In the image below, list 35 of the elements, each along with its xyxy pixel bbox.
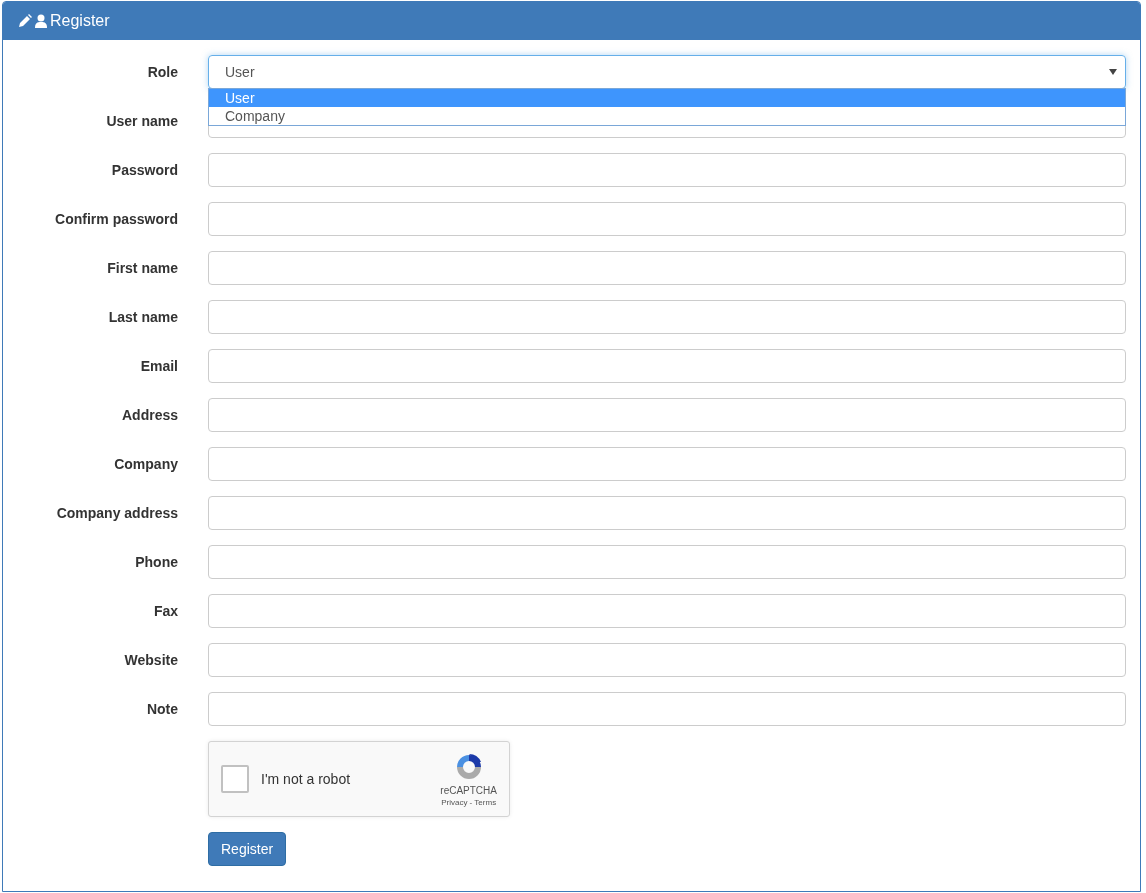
input-field[interactable]	[208, 496, 1126, 530]
input-field[interactable]	[208, 202, 1126, 236]
input-field[interactable]	[208, 594, 1126, 628]
field-label: Address	[120, 407, 178, 423]
field-label: Password	[110, 162, 178, 178]
input-field[interactable]	[208, 545, 1126, 579]
field-label: Fax	[152, 603, 178, 619]
field-label: Phone	[134, 554, 178, 570]
field-label: Company	[113, 456, 178, 472]
field-label: Last name	[107, 309, 178, 325]
captcha-links[interactable]: Privacy - Terms	[441, 798, 497, 807]
input-field[interactable]	[208, 643, 1126, 677]
field-label: User name	[105, 113, 178, 129]
panel-title: Register	[50, 12, 110, 30]
field-label: Note	[145, 701, 178, 717]
input-field[interactable]	[208, 349, 1126, 383]
input-field[interactable]	[208, 447, 1126, 481]
input-field[interactable]	[208, 692, 1126, 726]
caret-icon	[1109, 69, 1117, 75]
captcha-brand: reCAPTCHA	[440, 785, 497, 796]
pencil-icon	[18, 14, 32, 28]
captcha-label: I'm not a robot	[261, 771, 351, 787]
input-field[interactable]	[208, 398, 1126, 432]
field-label: Email	[139, 358, 178, 374]
field-label: Confirm password	[54, 211, 178, 227]
input-field[interactable]	[208, 300, 1126, 334]
field-label: First name	[106, 260, 178, 276]
input-field[interactable]	[208, 153, 1126, 187]
field-label: Company address	[55, 505, 178, 521]
captcha-checkbox[interactable]	[221, 765, 249, 793]
register-button[interactable]: Register	[208, 832, 287, 866]
field-label: Website	[123, 652, 178, 668]
input-field[interactable]	[208, 251, 1126, 285]
user-icon	[35, 14, 47, 28]
field-label: Role	[146, 64, 178, 80]
